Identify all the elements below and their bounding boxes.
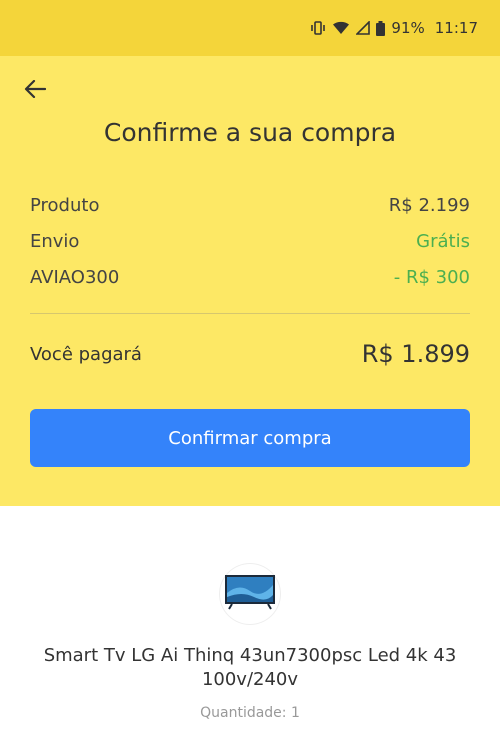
- divider: [30, 313, 470, 314]
- summary-value: R$ 2.199: [388, 194, 470, 216]
- page-title: Confirme a sua compra: [103, 118, 397, 147]
- summary-value: - R$ 300: [393, 266, 470, 288]
- vibrate-icon: [310, 21, 326, 35]
- battery-percent: 91%: [391, 19, 425, 37]
- arrow-left-icon: [24, 79, 47, 102]
- checkout-summary-panel: Confirme a sua compra Produto R$ 2.199 E…: [0, 56, 500, 506]
- status-bar: 91% 11:17: [0, 0, 500, 56]
- price-summary: Produto R$ 2.199 Envio Grátis AVIAO300 -…: [30, 187, 470, 295]
- confirm-purchase-button[interactable]: Confirmar compra: [30, 409, 470, 467]
- product-quantity: Quantidade: 1: [200, 705, 300, 721]
- summary-label: AVIAO300: [30, 266, 120, 288]
- product-thumbnail: [220, 564, 280, 624]
- status-time: 11:17: [434, 19, 478, 37]
- signal-icon: [356, 21, 371, 35]
- total-row: Você pagará R$ 1.899: [30, 340, 470, 368]
- summary-label: Envio: [30, 230, 80, 252]
- wifi-icon: [332, 21, 350, 35]
- back-button[interactable]: [22, 78, 48, 104]
- battery-icon: [376, 20, 386, 36]
- total-label: Você pagará: [30, 343, 142, 365]
- summary-row-shipping: Envio Grátis: [30, 223, 470, 259]
- summary-value: Grátis: [416, 230, 470, 252]
- total-amount: R$ 1.899: [361, 340, 470, 368]
- product-name: Smart Tv LG Ai Thinq 43un7300psc Led 4k …: [43, 645, 457, 690]
- tv-icon: [224, 573, 276, 615]
- summary-label: Produto: [30, 194, 100, 216]
- summary-row-coupon: AVIAO300 - R$ 300: [30, 259, 470, 295]
- product-section: Smart Tv LG Ai Thinq 43un7300psc Led 4k …: [0, 506, 500, 751]
- summary-row-product: Produto R$ 2.199: [30, 187, 470, 223]
